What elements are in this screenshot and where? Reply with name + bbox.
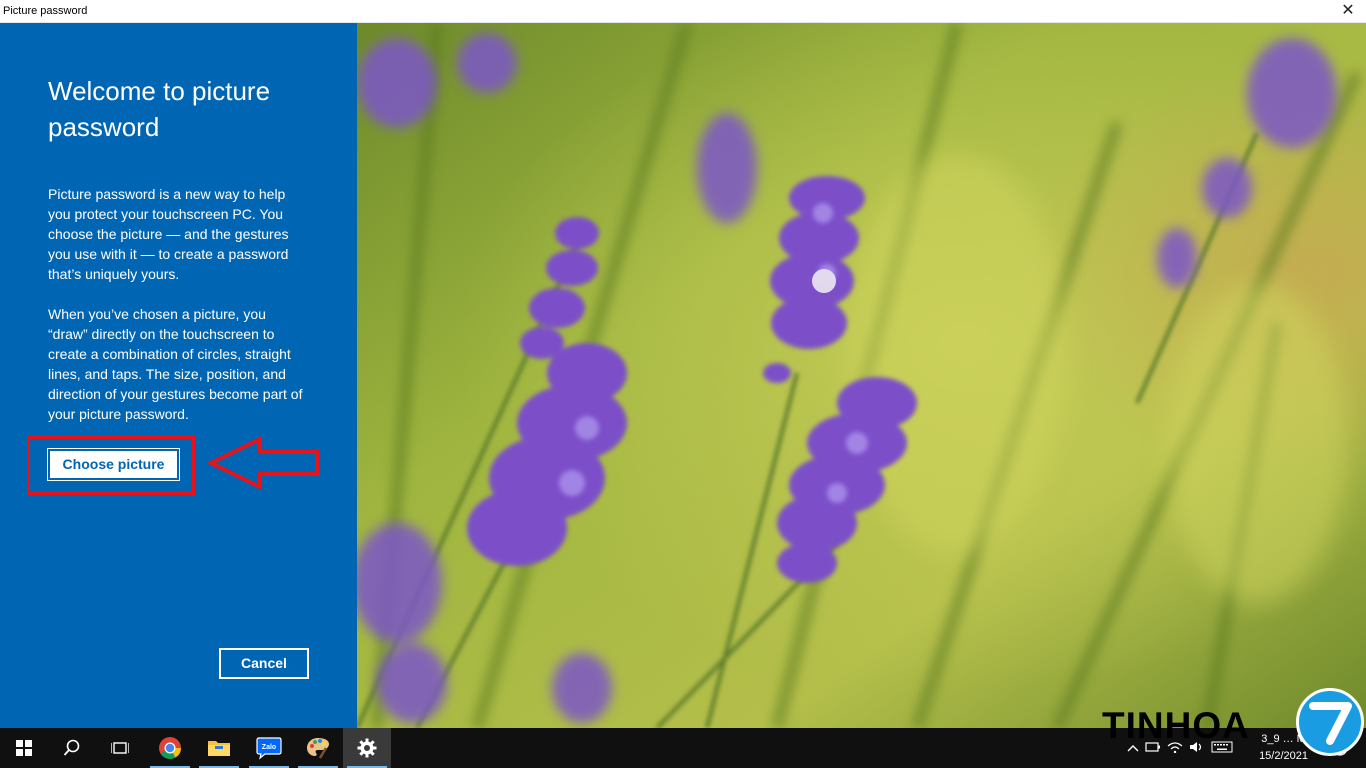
watermark-logo: [1296, 688, 1364, 756]
settings-icon[interactable]: [343, 728, 391, 768]
search-icon[interactable]: [48, 728, 96, 768]
start-icon[interactable]: [0, 728, 48, 768]
window-title: Picture password: [3, 5, 88, 17]
zalo-icon-label: Zalo: [262, 744, 276, 751]
gesture-dot: [812, 269, 836, 293]
intro-paragraph: Picture password is a new way to help yo…: [48, 186, 289, 282]
close-icon[interactable]: ✕: [1338, 1, 1358, 21]
annotation-arrow-icon: [208, 435, 319, 491]
task-view-icon[interactable]: [96, 728, 144, 768]
paint-icon[interactable]: [294, 728, 342, 768]
intro-panel: Welcome to picture password Picture pass…: [0, 23, 357, 728]
zalo-icon[interactable]: Zalo: [245, 728, 293, 768]
instructions-paragraph: When you’ve chosen a picture, you “draw”…: [48, 306, 303, 422]
file-explorer-icon[interactable]: [195, 728, 243, 768]
window-titlebar: Picture password ✕: [0, 0, 1366, 23]
lavender-photo: [357, 23, 1366, 728]
watermark-text: TINHOA: [1102, 705, 1250, 746]
page-title: Welcome to picture password: [48, 76, 271, 142]
lavender-background-picture[interactable]: [357, 23, 1366, 728]
chrome-icon[interactable]: [146, 728, 194, 768]
choose-picture-button[interactable]: Choose picture: [47, 448, 180, 481]
cancel-button[interactable]: Cancel: [219, 648, 309, 679]
